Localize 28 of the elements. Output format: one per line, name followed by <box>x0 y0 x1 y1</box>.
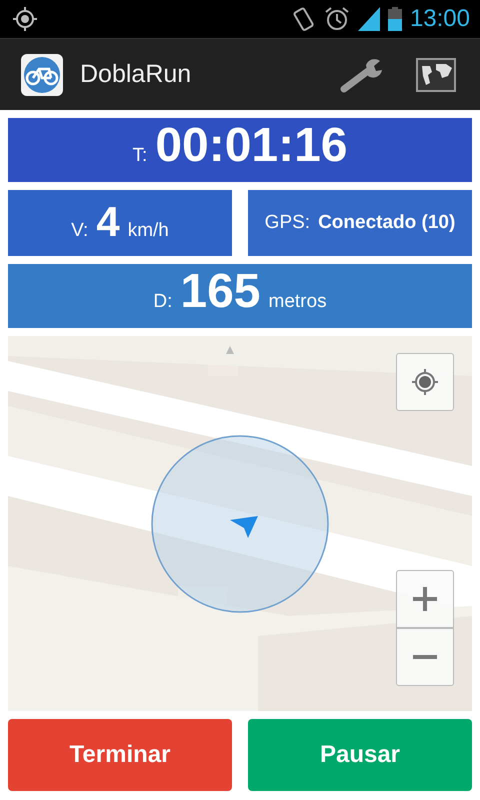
speed-unit: km/h <box>128 218 169 243</box>
distance-value: 165 <box>180 268 260 316</box>
speed-value: 4 <box>96 200 120 243</box>
pause-button[interactable]: Pausar <box>248 719 472 791</box>
location-icon <box>12 6 38 32</box>
clock-time: 13:00 <box>410 4 470 34</box>
speed-label: V: <box>71 218 88 243</box>
zoom-in-button[interactable] <box>396 570 454 628</box>
vibrate-icon <box>292 5 316 33</box>
stop-button[interactable]: Terminar <box>8 719 232 791</box>
wrench-icon <box>340 56 384 92</box>
distance-label: D: <box>153 290 172 314</box>
location-icon <box>410 367 440 397</box>
battery-icon <box>388 7 402 31</box>
world-map-icon <box>416 58 456 92</box>
plus-icon <box>412 586 438 612</box>
app-title: DoblaRun <box>80 58 192 90</box>
my-location-button[interactable] <box>396 353 454 411</box>
zoom-out-button[interactable] <box>396 628 454 686</box>
distance-unit: metros <box>268 290 327 314</box>
minus-icon <box>412 655 438 659</box>
bicycle-app-icon[interactable] <box>20 52 64 96</box>
gps-label: GPS: <box>264 210 310 235</box>
timer-label: T: <box>132 144 148 168</box>
timer-value: 00:01:16 <box>155 122 348 170</box>
signal-icon <box>358 7 380 31</box>
alarm-icon <box>324 6 350 32</box>
gps-status: Conectado (10) <box>318 210 456 235</box>
